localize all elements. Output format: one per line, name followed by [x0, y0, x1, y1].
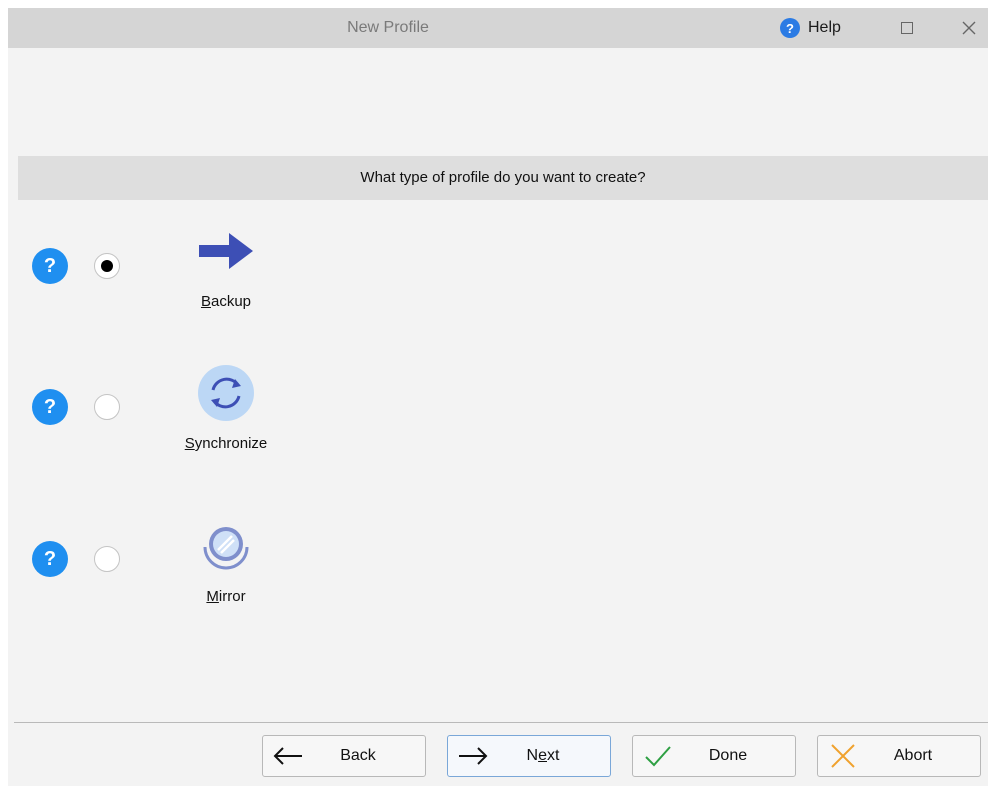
backup-option-icon[interactable] — [196, 221, 256, 281]
mirror-help-icon[interactable]: ? — [32, 541, 68, 577]
back-button[interactable]: Back — [262, 735, 426, 777]
next-label: Next — [526, 747, 560, 764]
radio-selected-dot — [101, 260, 113, 272]
right-arrow-small-icon — [448, 736, 498, 776]
synchronize-help-icon[interactable]: ? — [32, 389, 68, 425]
footer-separator — [14, 722, 988, 723]
close-icon — [962, 21, 976, 35]
backup-help-icon[interactable]: ? — [32, 248, 68, 284]
synchronize-label[interactable]: Synchronize — [156, 435, 296, 452]
backup-label[interactable]: Backup — [156, 293, 296, 310]
checkmark-icon — [633, 736, 683, 776]
profile-type-question: What type of profile do you want to crea… — [18, 156, 988, 200]
new-profile-dialog: New Profile ? Help What type of profile … — [8, 8, 988, 786]
synchronize-option-icon[interactable] — [196, 363, 256, 423]
back-label: Back — [340, 747, 376, 764]
abort-label: Abort — [893, 747, 933, 764]
right-arrow-icon — [199, 233, 253, 269]
abort-button[interactable]: Abort — [817, 735, 981, 777]
mirror-icon — [203, 527, 249, 570]
left-arrow-icon — [263, 736, 313, 776]
maximize-button[interactable] — [893, 14, 921, 42]
backup-radio[interactable] — [94, 253, 120, 279]
synchronize-radio[interactable] — [94, 394, 120, 420]
abort-x-icon — [818, 736, 868, 776]
help-label: Help — [808, 19, 841, 36]
window-title: New Profile — [347, 19, 429, 36]
maximize-icon — [901, 22, 913, 34]
close-button[interactable] — [955, 14, 983, 42]
title-bar: New Profile ? Help — [8, 8, 988, 48]
done-button[interactable]: Done — [632, 735, 796, 777]
mirror-label[interactable]: Mirror — [156, 588, 296, 605]
done-label: Done — [708, 747, 748, 764]
mirror-option-icon[interactable] — [196, 516, 256, 576]
help-icon: ? — [780, 18, 800, 38]
next-button[interactable]: Next — [447, 735, 611, 777]
mirror-radio[interactable] — [94, 546, 120, 572]
help-button[interactable]: ? Help — [780, 16, 841, 40]
sync-icon — [198, 365, 254, 421]
